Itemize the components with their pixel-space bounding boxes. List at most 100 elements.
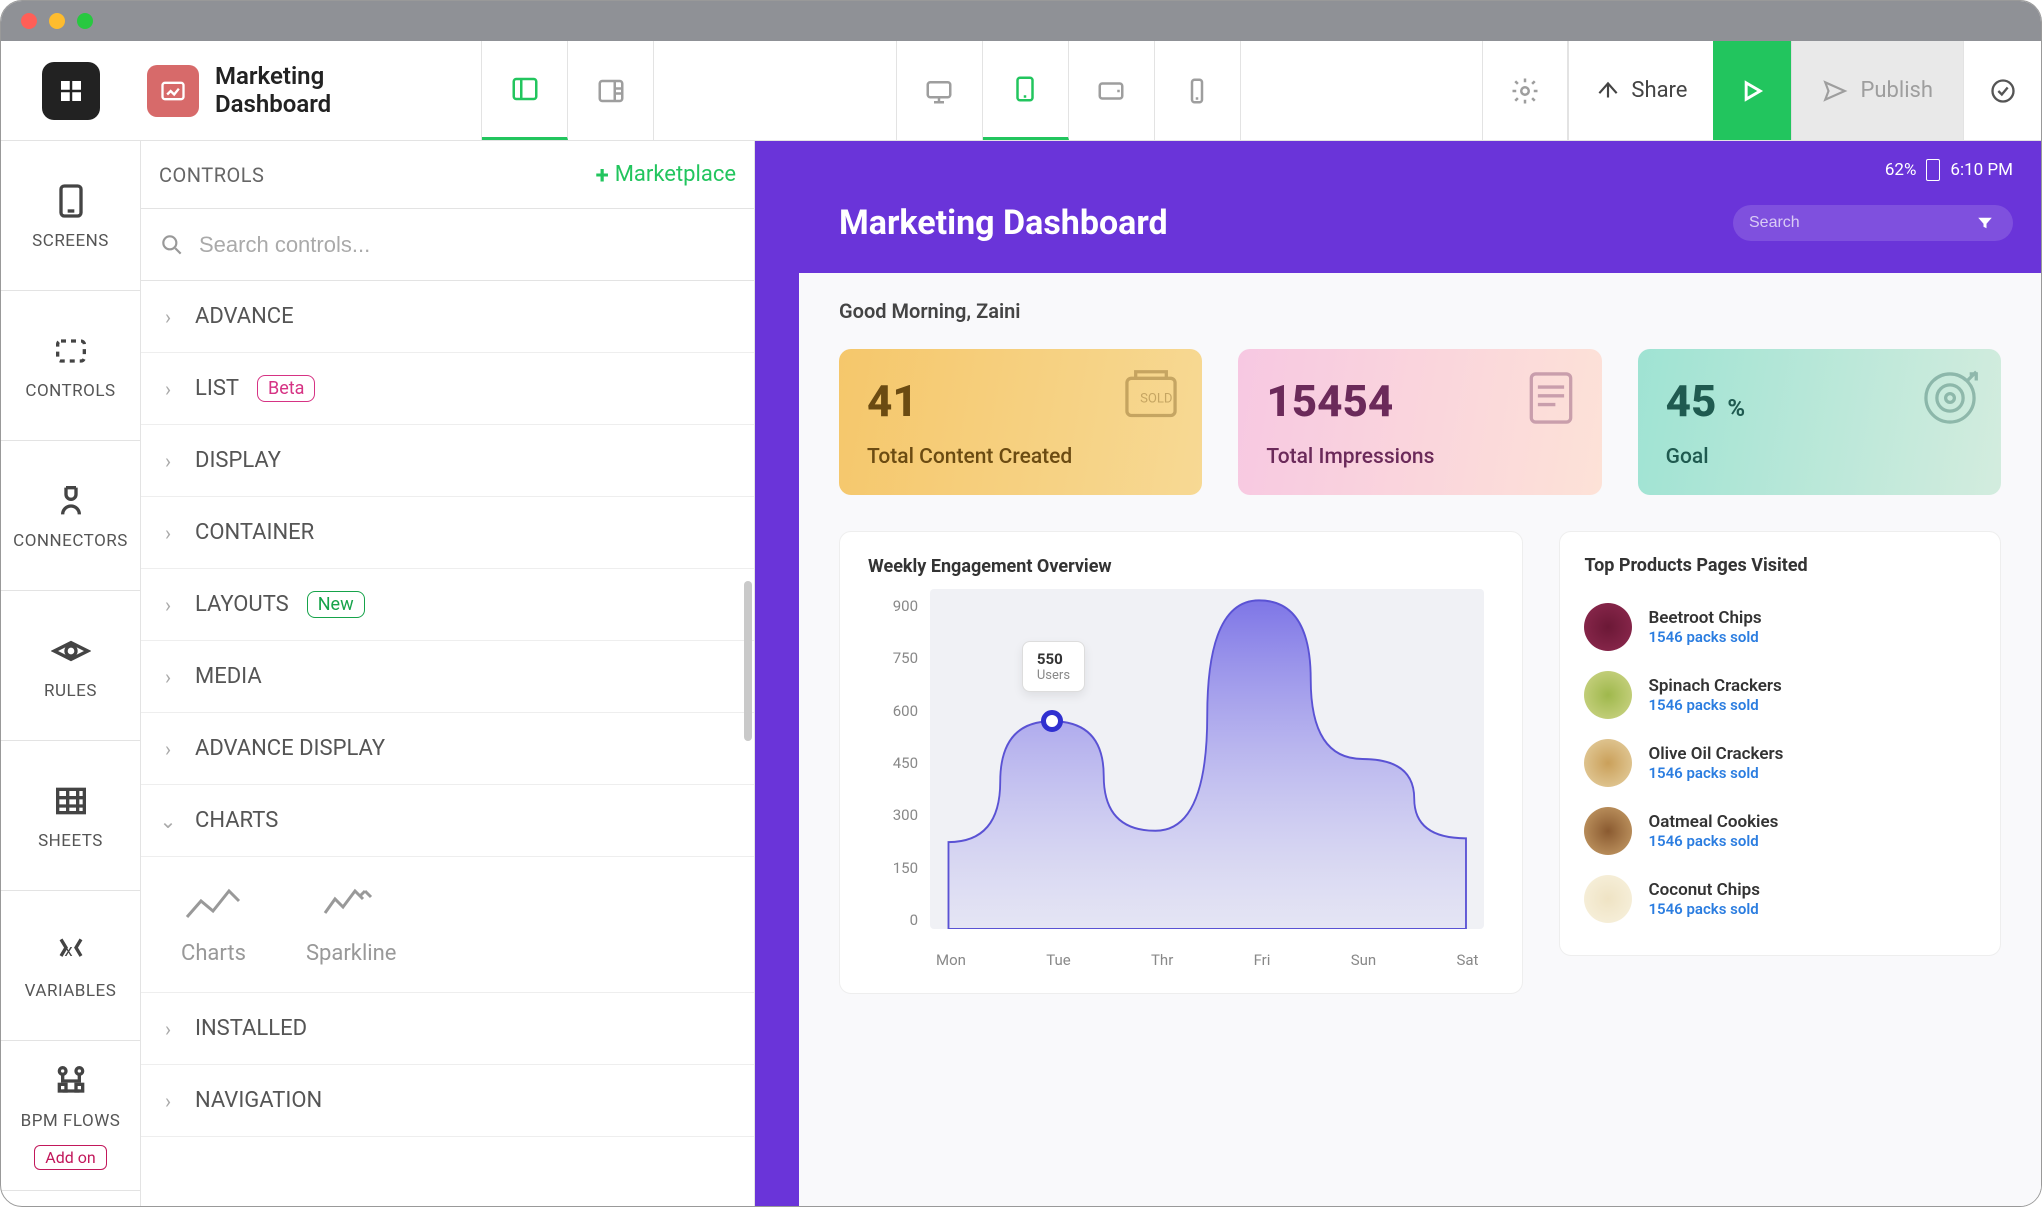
product-name: Spinach Crackers (1648, 676, 1781, 696)
control-group-charts[interactable]: ⌄ CHARTS (141, 785, 754, 857)
x-tick-label: Tue (1046, 951, 1070, 969)
control-group-layouts[interactable]: › LAYOUTS New (141, 569, 754, 641)
y-tick-label: 750 (874, 649, 918, 667)
gear-icon (1510, 76, 1540, 106)
rail-label: SHEETS (38, 831, 103, 851)
send-icon (1822, 78, 1848, 104)
share-button[interactable]: Share (1568, 41, 1713, 140)
product-row[interactable]: Olive Oil Crackers 1546 packs sold (1584, 729, 1976, 797)
settings-button[interactable] (1482, 41, 1568, 140)
device-desktop[interactable] (897, 41, 983, 140)
product-row[interactable]: Spinach Crackers 1546 packs sold (1584, 661, 1976, 729)
kpi-card-total-content-created[interactable]: 41 Total Content Created SOLD (839, 349, 1202, 495)
kpi-label: Total Content Created (867, 445, 1174, 469)
addon-badge: Add on (34, 1145, 106, 1170)
badge-beta: Beta (257, 375, 315, 402)
marketplace-link[interactable]: + Marketplace (596, 161, 736, 189)
product-row[interactable]: Coconut Chips 1546 packs sold (1584, 865, 1976, 933)
list-layout-icon (596, 76, 626, 106)
chart-plot-area[interactable]: 550 Users (930, 589, 1484, 929)
control-group-media[interactable]: › MEDIA (141, 641, 754, 713)
control-group-advance[interactable]: › ADVANCE (141, 281, 754, 353)
y-tick-label: 0 (874, 911, 918, 929)
chevron-right-icon: › (159, 737, 177, 761)
product-thumb (1584, 603, 1632, 651)
rail-item-rules[interactable]: RULES (1, 591, 140, 741)
kpi-label: Goal (1666, 445, 1973, 469)
control-group-label: DISPLAY (195, 448, 281, 473)
product-thumb (1584, 671, 1632, 719)
layout-view-panel[interactable] (482, 41, 568, 140)
chevron-right-icon: › (159, 593, 177, 617)
filter-icon[interactable] (1973, 211, 1997, 235)
rail-icon (51, 331, 91, 371)
device-tablet-portrait[interactable] (983, 41, 1069, 140)
kpi-icon: SOLD (1116, 363, 1186, 433)
rail-item-bpm-flows[interactable]: BPM FLOWS Add on (1, 1041, 140, 1191)
device-tablet-landscape[interactable] (1069, 41, 1155, 140)
control-group-display[interactable]: › DISPLAY (141, 425, 754, 497)
product-row[interactable]: Oatmeal Cookies 1546 packs sold (1584, 797, 1976, 865)
control-group-label: CONTAINER (195, 520, 314, 545)
play-icon (1738, 77, 1766, 105)
device-mobile[interactable] (1155, 41, 1241, 140)
product-subtext: 1546 packs sold (1648, 764, 1783, 782)
control-group-label: LIST (195, 376, 239, 401)
kpi-card-total-impressions[interactable]: 15454 Total Impressions (1238, 349, 1601, 495)
control-group-container[interactable]: › CONTAINER (141, 497, 754, 569)
controls-search-input[interactable] (199, 232, 736, 258)
rail-item-connectors[interactable]: CONNECTORS (1, 441, 140, 591)
canvas-gutter (755, 141, 799, 1206)
chart-tile-sparkline[interactable]: Sparkline (306, 883, 397, 966)
control-group-navigation[interactable]: › NAVIGATION (141, 1065, 754, 1137)
maximize-window-dot[interactable] (77, 13, 93, 29)
chart-tile-charts[interactable]: Charts (181, 883, 246, 966)
x-tick-label: Mon (936, 951, 966, 969)
preview-button[interactable] (1713, 41, 1791, 140)
kpi-card-goal[interactable]: 45 % Goal (1638, 349, 2001, 495)
control-group-advance-display[interactable]: › ADVANCE DISPLAY (141, 713, 754, 785)
search-icon (159, 232, 185, 258)
chevron-right-icon: › (159, 1017, 177, 1041)
rail-item-variables[interactable]: x VARIABLES (1, 891, 140, 1041)
rail-item-screens[interactable]: SCREENS (1, 141, 140, 291)
y-tick-label: 150 (874, 859, 918, 877)
badge-new: New (307, 591, 365, 618)
validate-button[interactable] (1963, 41, 2041, 140)
chevron-right-icon: › (159, 449, 177, 473)
app-logo[interactable] (42, 62, 100, 120)
rail-item-controls[interactable]: CONTROLS (1, 291, 140, 441)
control-group-list[interactable]: › LIST Beta (141, 353, 754, 425)
layout-view-list[interactable] (568, 41, 654, 140)
chevron-right-icon: › (159, 305, 177, 329)
rail-item-sheets[interactable]: SHEETS (1, 741, 140, 891)
check-circle-icon (1989, 77, 2017, 105)
rail-label: SCREENS (32, 231, 109, 251)
preview-search[interactable] (1733, 205, 2013, 241)
publish-button[interactable]: Publish (1791, 41, 1963, 140)
chevron-right-icon: › (159, 521, 177, 545)
greeting-text: Good Morning, Zaini (839, 299, 2001, 323)
scrollbar-thumb[interactable] (744, 581, 752, 741)
mobile-icon (1182, 76, 1212, 106)
close-window-dot[interactable] (21, 13, 37, 29)
preview-search-input[interactable] (1749, 214, 1965, 232)
rail-label: CONTROLS (25, 381, 115, 401)
plus-icon: + (596, 161, 609, 189)
kpi-icon (1915, 363, 1985, 433)
battery-percent: 62% (1885, 160, 1917, 180)
rail-icon: x (51, 931, 91, 971)
chart-tooltip: 550 Users (1022, 641, 1085, 692)
chevron-right-icon: › (159, 377, 177, 401)
control-group-installed[interactable]: › INSTALLED (141, 993, 754, 1065)
control-group-label: NAVIGATION (195, 1088, 322, 1113)
control-group-label: CHARTS (195, 808, 278, 833)
product-name: Beetroot Chips (1648, 608, 1761, 628)
controls-header: CONTROLS (159, 163, 264, 187)
share-icon (1595, 78, 1621, 104)
product-row[interactable]: Beetroot Chips 1546 packs sold (1584, 593, 1976, 661)
minimize-window-dot[interactable] (49, 13, 65, 29)
chart-type-icon (321, 883, 381, 927)
y-tick-label: 300 (874, 806, 918, 824)
dashboard-icon (147, 65, 199, 117)
